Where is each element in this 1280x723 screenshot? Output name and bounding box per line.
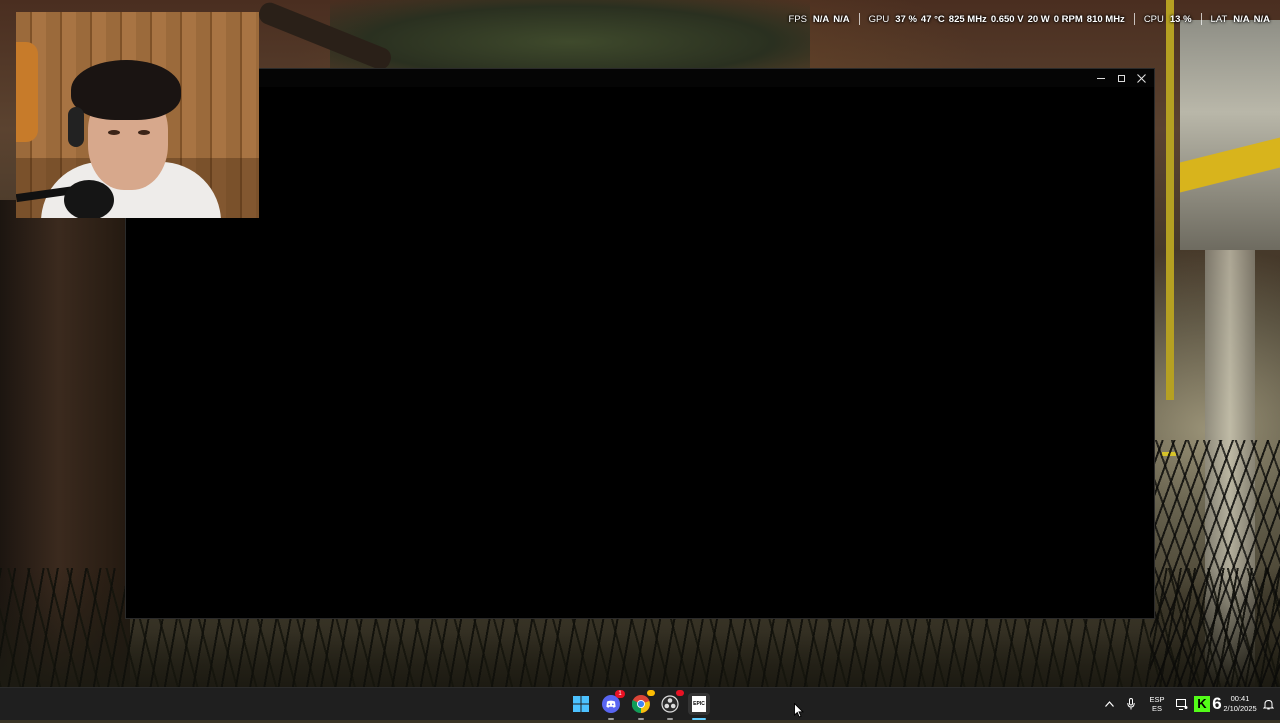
gpu-memory-clock: 810 MHz bbox=[1086, 13, 1125, 25]
latency-label: LAT bbox=[1210, 13, 1228, 25]
taskbar-obs[interactable] bbox=[659, 690, 684, 720]
wallpaper-foliage bbox=[330, 0, 810, 70]
maximize-button[interactable] bbox=[1112, 70, 1130, 86]
app-window[interactable] bbox=[125, 68, 1155, 619]
fps-value-secondary: N/A bbox=[833, 13, 850, 25]
clock-date: 2/10/2025 bbox=[1223, 704, 1257, 713]
webcam-headphones bbox=[68, 107, 84, 147]
epic-games-icon: EPIC bbox=[692, 696, 706, 712]
language-indicator[interactable]: ESP ES bbox=[1142, 688, 1172, 720]
minimize-button[interactable] bbox=[1092, 70, 1110, 86]
show-hidden-icons-button[interactable] bbox=[1100, 688, 1118, 720]
gpu-power: 20 W bbox=[1027, 13, 1050, 25]
kick-icon: K bbox=[1194, 696, 1210, 712]
discord-notification-badge: 1 bbox=[615, 690, 625, 698]
obs-icon bbox=[661, 695, 679, 713]
epic-games-label: EPIC bbox=[693, 701, 705, 707]
close-button[interactable] bbox=[1132, 70, 1150, 86]
device-status-button[interactable] bbox=[1174, 688, 1190, 720]
gpu-clock: 825 MHz bbox=[948, 13, 987, 25]
wallpaper-grass-right bbox=[1150, 440, 1280, 690]
microphone-icon bbox=[1127, 698, 1135, 710]
taskbar: 1 EPIC ESP ES K 6 00:41 2/10/2025 bbox=[0, 687, 1280, 720]
gpu-temperature: 47 °C bbox=[920, 13, 945, 25]
gpu-fan-speed: 0 RPM bbox=[1053, 13, 1083, 25]
notification-icon bbox=[1262, 699, 1274, 709]
start-button[interactable] bbox=[570, 693, 592, 715]
overlay-divider bbox=[1200, 13, 1202, 25]
performance-overlay: FPS N/A N/A GPU 37 % 47 °C 825 MHz 0.650… bbox=[788, 12, 1270, 26]
counter-value: 6 bbox=[1212, 694, 1222, 713]
kick-icon-letter: K bbox=[1197, 696, 1207, 711]
cpu-label: CPU bbox=[1143, 13, 1164, 25]
fps-label: FPS bbox=[788, 13, 807, 25]
kick-tray-icon[interactable]: K bbox=[1192, 688, 1212, 720]
overlay-divider bbox=[858, 13, 860, 25]
webcam-person-eye bbox=[108, 130, 120, 135]
webcam-person-hair bbox=[71, 60, 181, 120]
taskbar-epic-games[interactable]: EPIC bbox=[688, 693, 710, 720]
gpu-usage: 37 % bbox=[895, 13, 917, 25]
system-tray: ESP ES K 6 00:41 2/10/2025 bbox=[1090, 688, 1280, 720]
overlay-divider bbox=[1133, 13, 1135, 25]
obs-recording-badge bbox=[676, 690, 684, 696]
wallpaper-pole bbox=[1166, 0, 1174, 400]
latency-value: N/A bbox=[1233, 13, 1250, 25]
maximize-icon bbox=[1117, 74, 1125, 82]
webcam-microphone bbox=[64, 180, 114, 218]
window-titlebar[interactable] bbox=[126, 69, 1154, 87]
keyboard-layout: ES bbox=[1151, 704, 1162, 713]
microphone-button[interactable] bbox=[1124, 688, 1138, 720]
webcam-guitar bbox=[16, 42, 38, 142]
wallpaper-water-tower bbox=[1180, 20, 1280, 250]
latency-value-secondary: N/A bbox=[1253, 13, 1270, 25]
taskbar-discord[interactable]: 1 bbox=[600, 690, 625, 720]
cpu-usage: 13 % bbox=[1169, 13, 1192, 25]
device-icon bbox=[1176, 698, 1188, 710]
gpu-voltage: 0.650 V bbox=[990, 13, 1024, 25]
webcam-person-eye bbox=[138, 130, 150, 135]
chrome-icon bbox=[632, 695, 650, 713]
chevron-up-icon bbox=[1104, 701, 1114, 707]
cursor-arrow-icon bbox=[794, 702, 804, 718]
clock-time: 00:41 bbox=[1230, 694, 1250, 703]
chrome-profile-badge bbox=[647, 690, 655, 696]
notifications-button[interactable] bbox=[1260, 688, 1276, 720]
taskbar-chrome[interactable] bbox=[630, 690, 655, 720]
close-icon bbox=[1136, 73, 1146, 83]
window-content[interactable] bbox=[126, 87, 1154, 618]
language-code: ESP bbox=[1149, 695, 1165, 704]
fps-value: N/A bbox=[812, 13, 830, 25]
gpu-label: GPU bbox=[868, 13, 890, 25]
minimize-icon bbox=[1097, 77, 1105, 79]
webcam-overlay bbox=[16, 12, 259, 218]
clock[interactable]: 00:41 2/10/2025 bbox=[1222, 688, 1258, 720]
windows-logo-icon bbox=[573, 696, 589, 712]
